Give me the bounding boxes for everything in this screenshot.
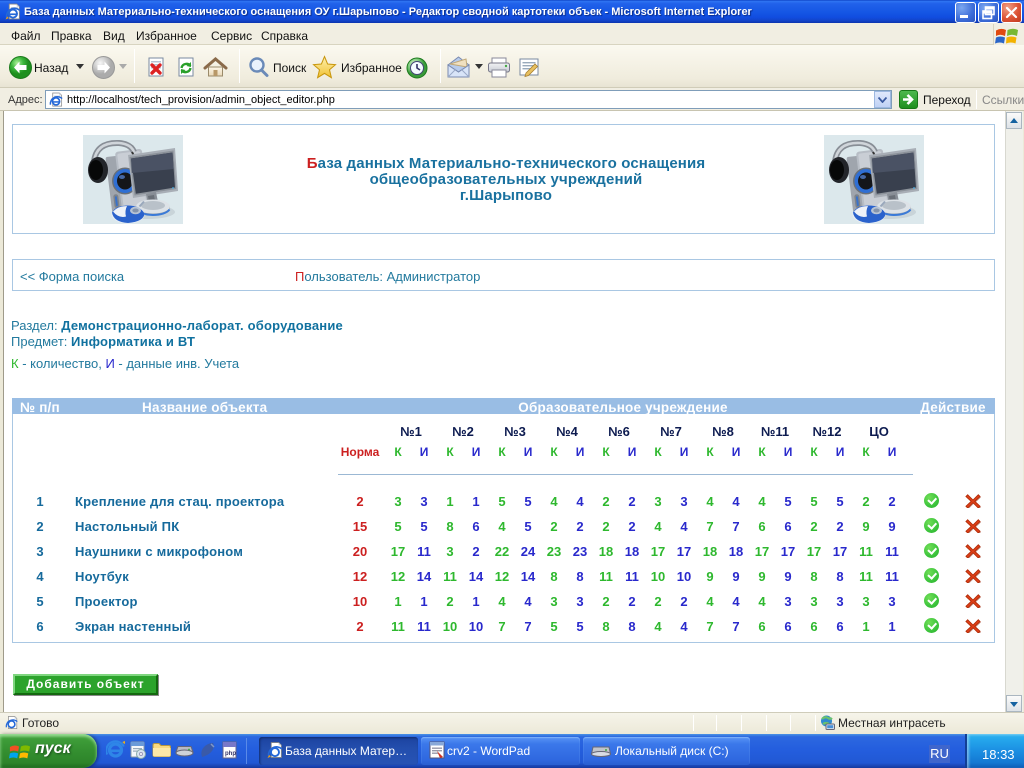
- svg-text:php: php: [225, 751, 236, 757]
